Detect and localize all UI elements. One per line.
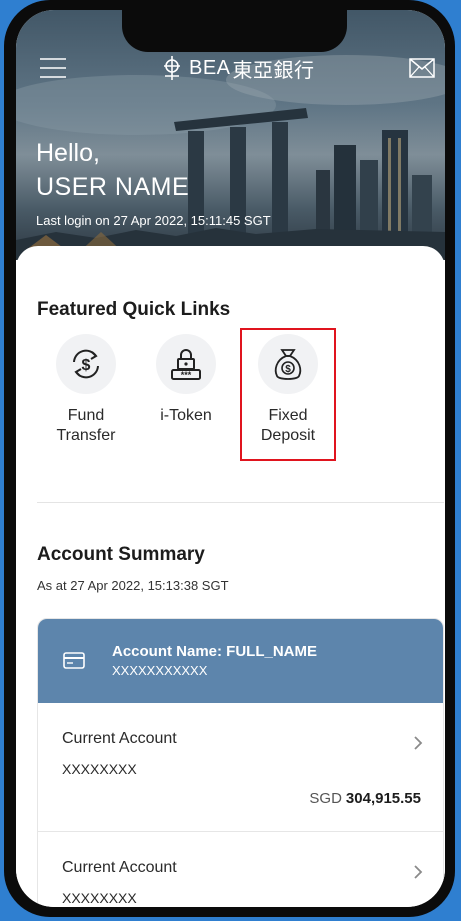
section-divider xyxy=(37,502,444,503)
bea-emblem-icon xyxy=(164,56,180,80)
highlight-box xyxy=(240,328,336,461)
account-row-number: XXXXXXXX xyxy=(62,761,137,777)
quick-link-label: Fund xyxy=(67,407,105,424)
brand-name: BEA xyxy=(189,56,231,79)
brand-name-cjk: 東亞銀行 xyxy=(232,59,315,82)
account-header: Account Name: FULL_NAME XXXXXXXXXXX xyxy=(38,619,443,703)
quick-link-label: Transfer xyxy=(56,427,116,444)
chevron-right-icon xyxy=(414,865,423,879)
hamburger-menu-icon[interactable] xyxy=(38,57,68,79)
user-name: USER NAME xyxy=(36,173,190,201)
svg-text:***: *** xyxy=(181,370,192,380)
balance-amount: 304,915.55 xyxy=(345,790,421,807)
fund-transfer-icon: $ xyxy=(56,334,116,394)
currency-code: SGD xyxy=(309,790,342,807)
bank-logo: BEA 東亞銀行 xyxy=(161,54,315,82)
itoken-icon: *** xyxy=(156,334,216,394)
as-at-timestamp: As at 27 Apr 2022, 15:13:38 SGT xyxy=(37,578,229,593)
chevron-right-icon xyxy=(414,736,423,750)
account-name: Account Name: FULL_NAME xyxy=(112,643,318,660)
account-summary-card: Account Name: FULL_NAME XXXXXXXXXXX Curr… xyxy=(37,618,444,907)
account-type: Current Account xyxy=(62,859,177,876)
account-balance: SGD 304,915.55 xyxy=(309,790,421,807)
account-number: XXXXXXXXXXX xyxy=(112,663,208,678)
phone-frame: BEA 東亞銀行 Hello, USER NAME Last login on … xyxy=(4,0,455,917)
account-row-number: XXXXXXXX xyxy=(62,890,137,906)
quick-links-title: Featured Quick Links xyxy=(37,299,231,320)
account-row[interactable]: Current Account XXXXXXXX SGD 304,915.55 xyxy=(38,703,443,832)
account-summary-title: Account Summary xyxy=(37,544,205,565)
svg-text:$: $ xyxy=(82,357,91,374)
content-card: Featured Quick Links $ Fund Transfer ***… xyxy=(16,246,445,907)
card-icon xyxy=(63,652,85,669)
quick-link-itoken[interactable]: *** i-Token xyxy=(136,334,236,426)
app-screen: BEA 東亞銀行 Hello, USER NAME Last login on … xyxy=(16,10,445,907)
account-type: Current Account xyxy=(62,730,177,747)
mail-icon[interactable] xyxy=(409,58,435,78)
last-login-text: Last login on 27 Apr 2022, 15:11:45 SGT xyxy=(36,213,271,228)
account-row[interactable]: Current Account XXXXXXXX xyxy=(38,832,443,907)
quick-link-fund-transfer[interactable]: $ Fund Transfer xyxy=(36,334,136,446)
greeting-text: Hello, xyxy=(36,139,100,167)
phone-notch xyxy=(122,10,347,52)
quick-link-label: i-Token xyxy=(160,407,212,424)
